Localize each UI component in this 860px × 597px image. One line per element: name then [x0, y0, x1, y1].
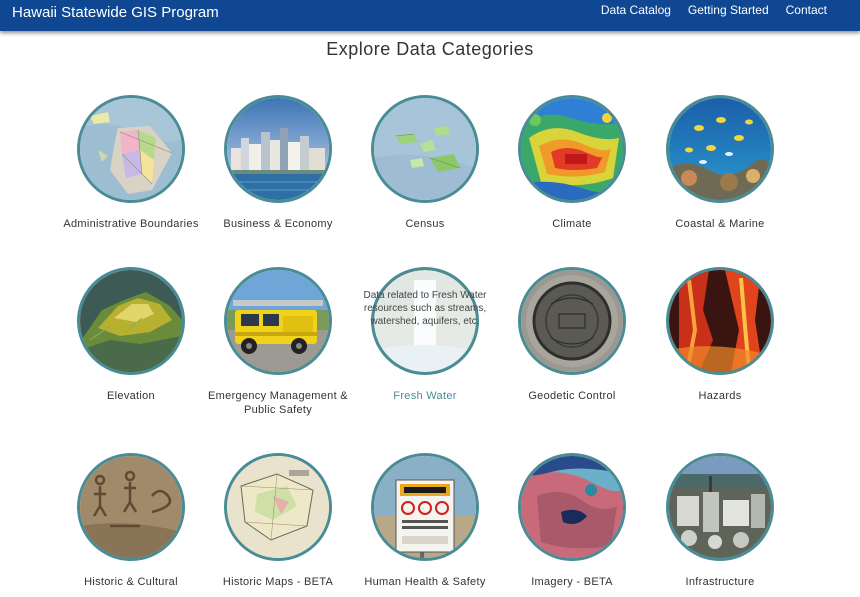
- category-historic-cultural[interactable]: Historic & Cultural: [56, 453, 206, 589]
- category-label: Historic & Cultural: [84, 576, 178, 588]
- category-administrative-boundaries[interactable]: Administrative Boundaries: [56, 95, 206, 231]
- category-climate[interactable]: Climate: [497, 95, 647, 231]
- elevation-terrain-icon: [77, 267, 185, 375]
- nav-getting-started[interactable]: Getting Started: [688, 0, 769, 20]
- climate-heatmap-icon: [518, 95, 626, 203]
- category-elevation[interactable]: Elevation: [56, 267, 206, 403]
- satellite-imagery-icon: [518, 453, 626, 561]
- waterfall-icon: [371, 267, 479, 375]
- category-human-health-safety[interactable]: Human Health & Safety: [350, 453, 500, 589]
- category-label: Hazards: [698, 390, 742, 402]
- category-historic-maps[interactable]: Historic Maps - BETA: [203, 453, 353, 589]
- category-label: Administrative Boundaries: [63, 218, 199, 230]
- old-map-icon: [224, 453, 332, 561]
- coral-reef-fish-icon: [666, 95, 774, 203]
- category-label: Census: [405, 218, 445, 230]
- admin-boundaries-map-icon: [77, 95, 185, 203]
- category-imagery[interactable]: Imagery - BETA: [497, 453, 647, 589]
- top-navigation-bar: Hawaii Statewide GIS Program Data Catalo…: [0, 0, 860, 31]
- category-census[interactable]: Census: [350, 95, 500, 231]
- category-label: Infrastructure: [685, 576, 755, 588]
- city-skyline-icon: [224, 95, 332, 203]
- census-map-icon: [371, 95, 479, 203]
- category-label: Business & Economy: [223, 218, 333, 230]
- main-nav: Data Catalog Getting Started Contact: [601, 0, 860, 20]
- category-geodetic-control[interactable]: Geodetic Control: [497, 267, 647, 403]
- survey-marker-disk-icon: [518, 267, 626, 375]
- category-business-economy[interactable]: Business & Economy: [203, 95, 353, 231]
- category-label: Human Health & Safety: [364, 576, 486, 588]
- category-label: Climate: [552, 218, 592, 230]
- category-label: Coastal & Marine: [675, 218, 765, 230]
- warning-sign-icon: [371, 453, 479, 561]
- site-brand[interactable]: Hawaii Statewide GIS Program: [12, 3, 219, 23]
- category-emergency-management[interactable]: Emergency Management & Public Safety: [203, 267, 353, 417]
- category-fresh-water[interactable]: Data related to Fresh Water resources su…: [350, 267, 500, 403]
- petroglyph-rock-icon: [77, 453, 185, 561]
- category-label: Fresh Water: [393, 390, 457, 402]
- fire-truck-icon: [224, 267, 332, 375]
- category-hazards[interactable]: Hazards: [645, 267, 795, 403]
- category-description-overlay: [374, 270, 476, 372]
- nav-contact[interactable]: Contact: [786, 0, 827, 20]
- category-infrastructure[interactable]: Infrastructure: [645, 453, 795, 589]
- category-label: Imagery - BETA: [531, 576, 613, 588]
- category-label: Historic Maps - BETA: [222, 576, 334, 588]
- industrial-plant-icon: [666, 453, 774, 561]
- category-coastal-marine[interactable]: Coastal & Marine: [645, 95, 795, 231]
- page-title: Explore Data Categories: [326, 39, 534, 59]
- nav-data-catalog[interactable]: Data Catalog: [601, 0, 671, 20]
- category-label: Geodetic Control: [528, 390, 616, 402]
- category-label: Elevation: [107, 390, 155, 402]
- lava-flow-icon: [666, 267, 774, 375]
- category-label: Emergency Management & Public Safety: [208, 390, 348, 416]
